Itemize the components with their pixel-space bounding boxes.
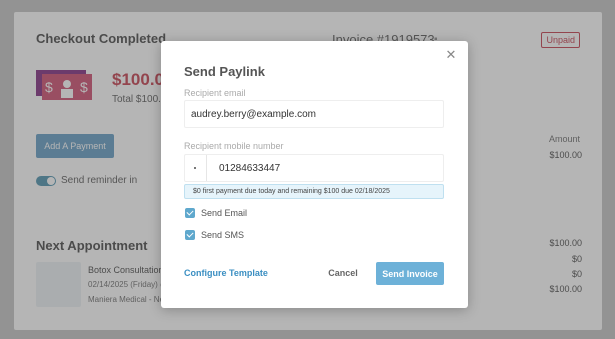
- send-sms-label: Send SMS: [201, 230, 245, 240]
- close-icon[interactable]: ✕: [444, 49, 458, 63]
- send-email-label: Send Email: [201, 208, 248, 218]
- send-paylink-modal: ✕ Send Paylink Recipient email Recipient…: [161, 41, 471, 308]
- email-field-wrapper: [184, 100, 444, 128]
- cancel-button[interactable]: Cancel: [321, 262, 365, 284]
- send-email-checkbox[interactable]: [185, 208, 195, 218]
- payment-note: $0 first payment due today and remaining…: [184, 184, 444, 199]
- phone-field[interactable]: [213, 155, 471, 181]
- send-email-option[interactable]: Send Email: [185, 208, 247, 218]
- send-sms-checkbox[interactable]: [185, 230, 195, 240]
- country-code-select[interactable]: [185, 155, 207, 181]
- send-sms-option[interactable]: Send SMS: [185, 230, 244, 240]
- email-field[interactable]: [185, 101, 443, 127]
- send-invoice-button[interactable]: Send Invoice: [376, 262, 444, 285]
- phone-field-wrapper: [184, 154, 471, 182]
- configure-template-link[interactable]: Configure Template: [184, 268, 268, 278]
- phone-label: Recipient mobile number: [184, 141, 284, 151]
- modal-title: Send Paylink: [184, 64, 265, 79]
- email-label: Recipient email: [184, 88, 246, 98]
